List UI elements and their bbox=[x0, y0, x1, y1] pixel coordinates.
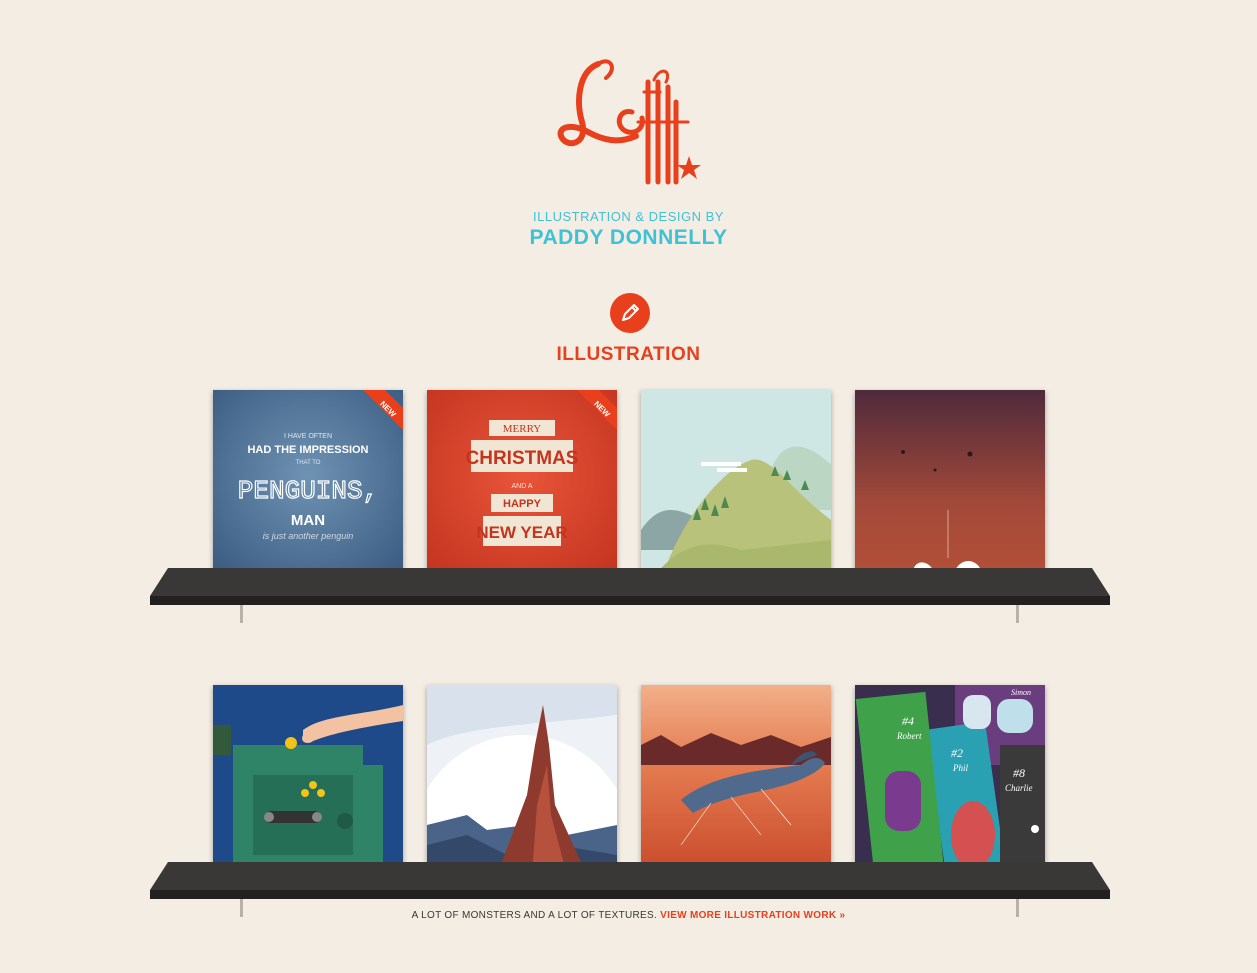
tile1-line4: PENGUINS, bbox=[238, 476, 378, 506]
card-label-phil: Phil bbox=[952, 763, 968, 773]
view-more-link[interactable]: VIEW MORE ILLUSTRATION WORK » bbox=[660, 910, 845, 921]
tile-hand-machine[interactable] bbox=[213, 685, 403, 875]
card-label-simon: Simon bbox=[1011, 688, 1031, 697]
card-label-charlie: Charlie bbox=[1005, 783, 1033, 793]
tile1-line3: THAT TO bbox=[296, 460, 321, 466]
tile2-line5: NEW YEAR bbox=[476, 523, 567, 542]
card-label-2: #2 bbox=[951, 746, 963, 760]
tile1-line1: I HAVE OFTEN bbox=[284, 433, 332, 440]
tile-green-hills[interactable] bbox=[641, 390, 831, 580]
footer: A LOT OF MONSTERS AND A LOT OF TEXTURES.… bbox=[0, 910, 1257, 921]
shelf-1-bracket-right bbox=[1016, 605, 1019, 623]
tile-whale-desert[interactable] bbox=[641, 685, 831, 875]
shelf-2 bbox=[150, 862, 1110, 900]
lefft-logo[interactable] bbox=[548, 52, 708, 192]
card-label-4: #4 bbox=[902, 714, 914, 728]
shelf-1 bbox=[150, 568, 1110, 606]
tile-merry-christmas[interactable]: MERRY CHRISTMAS AND A HAPPY NEW YEAR NEW bbox=[427, 390, 617, 580]
tile-red-landscape[interactable] bbox=[855, 390, 1045, 580]
tile-moon-desert[interactable] bbox=[427, 685, 617, 875]
tile2-line4: HAPPY bbox=[503, 498, 542, 510]
tile1-line6: is just another penguin bbox=[263, 531, 354, 541]
tile2-line2: CHRISTMAS bbox=[466, 448, 579, 469]
card-label-8: #8 bbox=[1013, 766, 1025, 780]
pencil-icon bbox=[610, 293, 650, 333]
tile-penguins-typography[interactable]: I HAVE OFTEN HAD THE IMPRESSION THAT TO … bbox=[213, 390, 403, 580]
tile1-line5: MAN bbox=[291, 512, 325, 529]
tile1-line2: HAD THE IMPRESSION bbox=[247, 444, 368, 456]
tagline-small: ILLUSTRATION & DESIGN BY bbox=[533, 209, 724, 224]
section-title: ILLUSTRATION bbox=[556, 344, 701, 365]
tagline-name[interactable]: PADDY DONNELLY bbox=[0, 226, 1257, 250]
footer-text: A LOT OF MONSTERS AND A LOT OF TEXTURES. bbox=[411, 910, 658, 921]
tile2-line1: MERRY bbox=[503, 423, 542, 435]
tile2-line3: AND A bbox=[511, 483, 532, 490]
shelf-1-bracket-left bbox=[240, 605, 243, 623]
tile-monster-cards[interactable]: #4 Robert #2 Phil #8 Charlie Simon bbox=[855, 685, 1045, 875]
card-label-robert: Robert bbox=[896, 731, 922, 741]
